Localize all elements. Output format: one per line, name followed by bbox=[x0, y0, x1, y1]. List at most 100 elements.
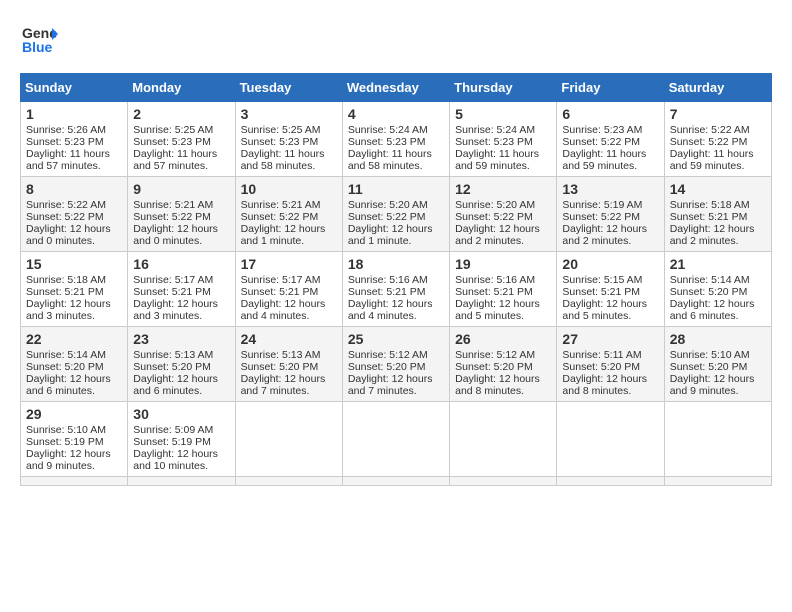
cell-text: and 8 minutes. bbox=[562, 385, 658, 397]
cell-text: Daylight: 12 hours bbox=[348, 223, 444, 235]
calendar-cell: 16Sunrise: 5:17 AMSunset: 5:21 PMDayligh… bbox=[128, 252, 235, 327]
cell-text: Sunset: 5:23 PM bbox=[455, 136, 551, 148]
day-number: 15 bbox=[26, 256, 122, 272]
cell-text: Daylight: 11 hours bbox=[133, 148, 229, 160]
logo-icon: General Blue bbox=[20, 20, 58, 58]
cell-text: Daylight: 12 hours bbox=[26, 223, 122, 235]
calendar-cell: 24Sunrise: 5:13 AMSunset: 5:20 PMDayligh… bbox=[235, 327, 342, 402]
calendar-cell bbox=[450, 402, 557, 477]
cell-text: Sunrise: 5:15 AM bbox=[562, 274, 658, 286]
cell-text: Daylight: 11 hours bbox=[26, 148, 122, 160]
day-number: 10 bbox=[241, 181, 337, 197]
cell-text: and 6 minutes. bbox=[26, 385, 122, 397]
day-number: 13 bbox=[562, 181, 658, 197]
cell-text: Daylight: 12 hours bbox=[562, 223, 658, 235]
calendar-cell bbox=[664, 402, 771, 477]
col-saturday: Saturday bbox=[664, 74, 771, 102]
calendar-cell bbox=[342, 477, 449, 486]
cell-text: Sunset: 5:22 PM bbox=[26, 211, 122, 223]
calendar-cell: 18Sunrise: 5:16 AMSunset: 5:21 PMDayligh… bbox=[342, 252, 449, 327]
cell-text: and 59 minutes. bbox=[670, 160, 766, 172]
logo: General Blue bbox=[20, 20, 58, 63]
calendar-cell: 11Sunrise: 5:20 AMSunset: 5:22 PMDayligh… bbox=[342, 177, 449, 252]
cell-text: Sunrise: 5:21 AM bbox=[241, 199, 337, 211]
cell-text: Sunset: 5:21 PM bbox=[562, 286, 658, 298]
cell-text: and 1 minute. bbox=[241, 235, 337, 247]
cell-text: Daylight: 12 hours bbox=[133, 298, 229, 310]
calendar-cell: 7Sunrise: 5:22 AMSunset: 5:22 PMDaylight… bbox=[664, 102, 771, 177]
cell-text: and 57 minutes. bbox=[26, 160, 122, 172]
cell-text: Sunset: 5:20 PM bbox=[670, 286, 766, 298]
calendar-cell: 6Sunrise: 5:23 AMSunset: 5:22 PMDaylight… bbox=[557, 102, 664, 177]
day-number: 29 bbox=[26, 406, 122, 422]
cell-text: and 10 minutes. bbox=[133, 460, 229, 472]
cell-text: Sunrise: 5:16 AM bbox=[348, 274, 444, 286]
cell-text: Sunset: 5:20 PM bbox=[26, 361, 122, 373]
calendar-cell: 9Sunrise: 5:21 AMSunset: 5:22 PMDaylight… bbox=[128, 177, 235, 252]
calendar-cell bbox=[235, 402, 342, 477]
cell-text: Daylight: 12 hours bbox=[26, 298, 122, 310]
cell-text: Sunset: 5:20 PM bbox=[241, 361, 337, 373]
calendar-cell: 25Sunrise: 5:12 AMSunset: 5:20 PMDayligh… bbox=[342, 327, 449, 402]
cell-text: Sunrise: 5:13 AM bbox=[241, 349, 337, 361]
day-number: 28 bbox=[670, 331, 766, 347]
cell-text: Daylight: 12 hours bbox=[241, 223, 337, 235]
calendar-cell: 2Sunrise: 5:25 AMSunset: 5:23 PMDaylight… bbox=[128, 102, 235, 177]
calendar-cell: 17Sunrise: 5:17 AMSunset: 5:21 PMDayligh… bbox=[235, 252, 342, 327]
cell-text: Daylight: 12 hours bbox=[455, 298, 551, 310]
cell-text: and 5 minutes. bbox=[562, 310, 658, 322]
col-thursday: Thursday bbox=[450, 74, 557, 102]
cell-text: Sunset: 5:22 PM bbox=[670, 136, 766, 148]
cell-text: Sunset: 5:22 PM bbox=[562, 211, 658, 223]
day-number: 6 bbox=[562, 106, 658, 122]
calendar-cell: 29Sunrise: 5:10 AMSunset: 5:19 PMDayligh… bbox=[21, 402, 128, 477]
cell-text: and 58 minutes. bbox=[241, 160, 337, 172]
day-number: 23 bbox=[133, 331, 229, 347]
cell-text: Sunset: 5:19 PM bbox=[133, 436, 229, 448]
cell-text: and 2 minutes. bbox=[562, 235, 658, 247]
cell-text: Sunrise: 5:24 AM bbox=[348, 124, 444, 136]
calendar-table: Sunday Monday Tuesday Wednesday Thursday… bbox=[20, 73, 772, 486]
cell-text: Sunrise: 5:12 AM bbox=[455, 349, 551, 361]
calendar-cell: 20Sunrise: 5:15 AMSunset: 5:21 PMDayligh… bbox=[557, 252, 664, 327]
cell-text: Sunset: 5:20 PM bbox=[670, 361, 766, 373]
cell-text: Sunrise: 5:20 AM bbox=[348, 199, 444, 211]
cell-text: Daylight: 11 hours bbox=[670, 148, 766, 160]
cell-text: and 58 minutes. bbox=[348, 160, 444, 172]
cell-text: Daylight: 11 hours bbox=[455, 148, 551, 160]
cell-text: Sunset: 5:23 PM bbox=[26, 136, 122, 148]
calendar-cell: 27Sunrise: 5:11 AMSunset: 5:20 PMDayligh… bbox=[557, 327, 664, 402]
cell-text: Daylight: 12 hours bbox=[670, 223, 766, 235]
cell-text: Sunrise: 5:09 AM bbox=[133, 424, 229, 436]
day-number: 5 bbox=[455, 106, 551, 122]
calendar-cell: 30 Sunrise: 5:09 AMSunset: 5:19 PMDayligh… bbox=[128, 402, 235, 477]
cell-text: and 6 minutes. bbox=[670, 310, 766, 322]
cell-text: and 3 minutes. bbox=[26, 310, 122, 322]
day-number: 14 bbox=[670, 181, 766, 197]
cell-text: and 9 minutes. bbox=[26, 460, 122, 472]
calendar-cell: 22Sunrise: 5:14 AMSunset: 5:20 PMDayligh… bbox=[21, 327, 128, 402]
day-number: 25 bbox=[348, 331, 444, 347]
cell-text: Daylight: 12 hours bbox=[562, 298, 658, 310]
cell-text: Sunset: 5:21 PM bbox=[26, 286, 122, 298]
calendar-cell: 8Sunrise: 5:22 AMSunset: 5:22 PMDaylight… bbox=[21, 177, 128, 252]
calendar-cell: 21Sunrise: 5:14 AMSunset: 5:20 PMDayligh… bbox=[664, 252, 771, 327]
cell-text: Daylight: 12 hours bbox=[670, 373, 766, 385]
cell-text: Sunrise: 5:11 AM bbox=[562, 349, 658, 361]
day-number: 22 bbox=[26, 331, 122, 347]
cell-text: Sunrise: 5:17 AM bbox=[133, 274, 229, 286]
calendar-row bbox=[21, 477, 772, 486]
cell-text: Daylight: 12 hours bbox=[133, 448, 229, 460]
day-number: 1 bbox=[26, 106, 122, 122]
cell-text: Sunrise: 5:12 AM bbox=[348, 349, 444, 361]
calendar-cell: 1Sunrise: 5:26 AMSunset: 5:23 PMDaylight… bbox=[21, 102, 128, 177]
col-wednesday: Wednesday bbox=[342, 74, 449, 102]
calendar-cell: 19Sunrise: 5:16 AMSunset: 5:21 PMDayligh… bbox=[450, 252, 557, 327]
col-friday: Friday bbox=[557, 74, 664, 102]
cell-text: Sunset: 5:21 PM bbox=[455, 286, 551, 298]
day-number: 30 bbox=[133, 406, 229, 422]
col-tuesday: Tuesday bbox=[235, 74, 342, 102]
cell-text: Sunset: 5:20 PM bbox=[348, 361, 444, 373]
calendar-cell: 26Sunrise: 5:12 AMSunset: 5:20 PMDayligh… bbox=[450, 327, 557, 402]
cell-text: Sunrise: 5:14 AM bbox=[670, 274, 766, 286]
